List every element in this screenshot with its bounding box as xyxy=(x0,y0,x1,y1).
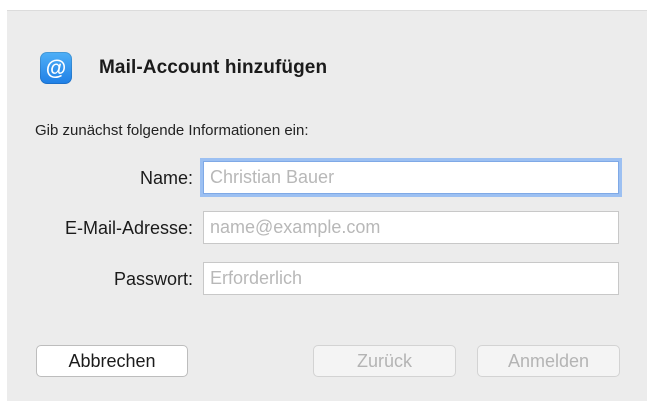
dialog-header: @ Mail-Account hinzufügen xyxy=(40,52,327,84)
add-mail-account-dialog: @ Mail-Account hinzufügen Gib zunächst f… xyxy=(7,10,647,401)
name-input[interactable] xyxy=(203,161,619,194)
email-input[interactable] xyxy=(203,211,619,244)
email-label: E-Mail-Adresse: xyxy=(64,218,193,238)
intro-text: Gib zunächst folgende Informationen ein: xyxy=(35,122,309,139)
dialog-title: Mail-Account hinzufügen xyxy=(99,57,328,78)
name-row: Name: xyxy=(7,160,647,196)
password-row: Passwort: xyxy=(7,261,647,297)
password-input[interactable] xyxy=(203,262,619,295)
back-button[interactable]: Zurück xyxy=(313,345,456,377)
at-sign-icon: @ xyxy=(40,52,72,84)
password-label: Passwort: xyxy=(113,269,193,289)
name-label: Name: xyxy=(139,168,193,188)
cancel-button[interactable]: Abbrechen xyxy=(36,345,188,377)
sign-in-button[interactable]: Anmelden xyxy=(477,345,620,377)
email-row: E-Mail-Adresse: xyxy=(7,210,647,246)
